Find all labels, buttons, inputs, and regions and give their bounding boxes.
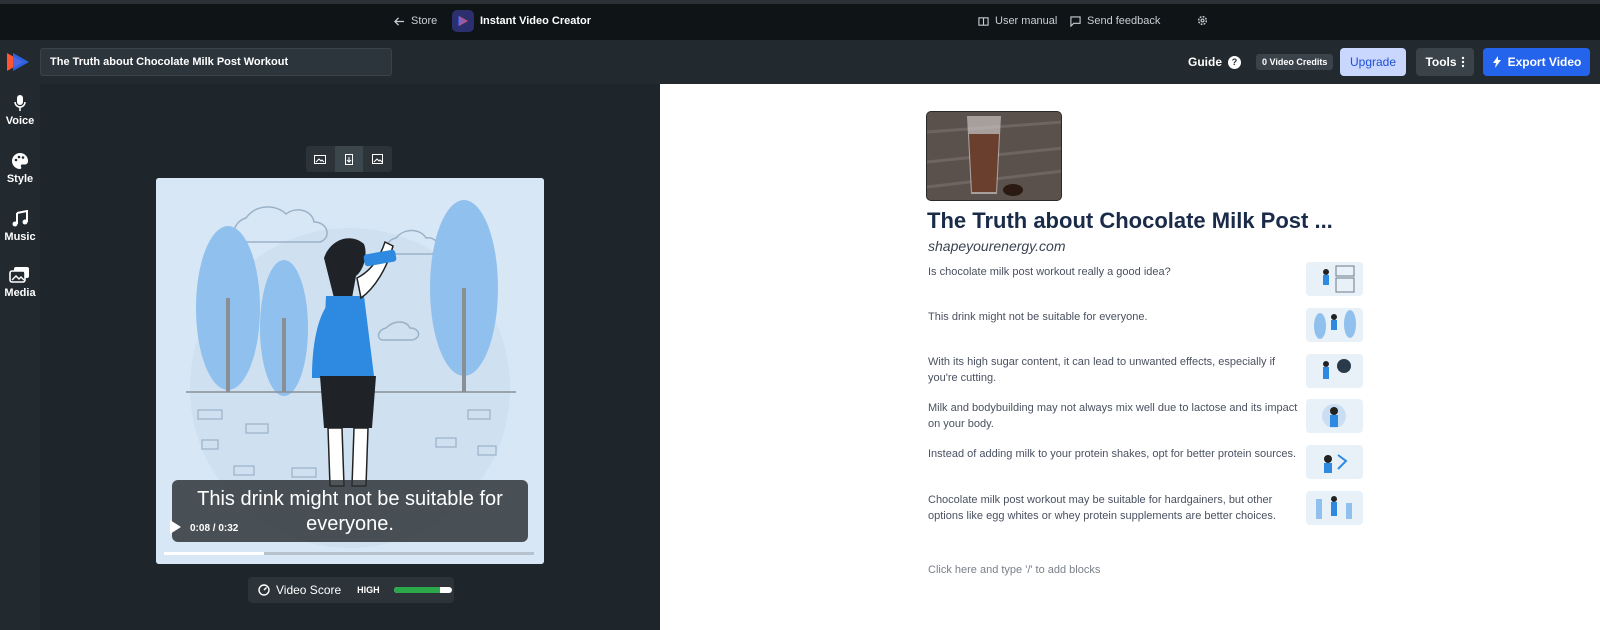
scene-thumbnail[interactable]	[1306, 262, 1363, 296]
script-block[interactable]: With its high sugar content, it can lead…	[928, 354, 1300, 386]
sidebar-item-label: Voice	[5, 115, 35, 127]
send-feedback-link[interactable]: Send feedback	[1070, 15, 1160, 27]
sidebar-item-label: Music	[4, 231, 36, 243]
upgrade-button[interactable]: Upgrade	[1340, 48, 1406, 76]
square-ratio-button[interactable]	[363, 146, 392, 172]
settings-button[interactable]	[1197, 15, 1208, 26]
article-source: shapeyourenergy.com	[928, 238, 1066, 254]
add-block-hint[interactable]: Click here and type '/' to add blocks	[928, 564, 1100, 576]
guide-label: Guide	[1188, 55, 1223, 69]
portrait-ratio-button[interactable]	[334, 146, 364, 172]
script-block[interactable]: Chocolate milk post workout may be suita…	[928, 492, 1300, 524]
app-title: Instant Video Creator	[452, 10, 591, 32]
app-logo-icon	[452, 10, 474, 32]
sidebar-item-media[interactable]: Media	[0, 266, 40, 299]
article-thumbnail[interactable]	[926, 111, 1062, 201]
arrow-left-icon	[394, 16, 405, 26]
gear-icon	[1197, 15, 1208, 26]
user-manual-label: User manual	[995, 15, 1058, 27]
top-bar: Store Instant Video Creator User manual …	[0, 0, 1600, 40]
app-name: Instant Video Creator	[480, 15, 592, 27]
export-video-button[interactable]: Export Video	[1483, 48, 1590, 76]
kebab-menu-icon	[1461, 56, 1464, 68]
landscape-ratio-button[interactable]	[306, 146, 335, 172]
project-title-input[interactable]	[40, 48, 392, 76]
video-score-widget[interactable]: Video Score HIGH	[248, 577, 454, 603]
book-icon	[978, 16, 989, 26]
tools-label: Tools	[1425, 55, 1457, 69]
scene-illustration-icon	[1324, 454, 1348, 473]
score-bar	[393, 587, 452, 593]
video-preview[interactable]: This drink might not be suitable for eve…	[156, 178, 544, 564]
video-credits-badge: 0 Video Credits	[1256, 54, 1334, 70]
scene-thumbnail[interactable]	[1306, 308, 1363, 342]
project-header: Guide ? 0 Video Credits Upgrade Tools Ex…	[0, 40, 1600, 84]
sidebar-item-music[interactable]: Music	[0, 210, 40, 243]
lightning-icon	[1492, 56, 1501, 68]
script-document-panel: The Truth about Chocolate Milk Post ... …	[660, 84, 1600, 630]
send-feedback-label: Send feedback	[1087, 15, 1161, 27]
score-level: HIGH	[357, 585, 380, 595]
scene-thumbnail[interactable]	[1306, 354, 1363, 388]
scene-illustration-icon	[1322, 404, 1346, 428]
landscape-image-icon	[314, 154, 327, 164]
question-mark-icon: ?	[1228, 55, 1242, 69]
music-note-icon	[12, 210, 28, 227]
playback-progress-bar[interactable]	[164, 552, 534, 555]
scene-thumbnail[interactable]	[1306, 491, 1363, 525]
gauge-icon	[258, 584, 270, 596]
playback-time: 0:08 / 0:32	[190, 523, 239, 534]
palette-icon	[12, 152, 29, 169]
scene-illustration-icon	[1314, 310, 1356, 339]
left-sidebar: Voice Style Music Media	[0, 84, 40, 630]
images-icon	[9, 267, 29, 283]
scene-illustration-icon	[1316, 496, 1352, 519]
script-block[interactable]: Milk and bodybuilding may not always mix…	[928, 400, 1300, 432]
score-bar-fill	[393, 587, 441, 593]
chocolate-milk-image	[927, 112, 1061, 200]
chat-bubble-icon	[1070, 15, 1081, 27]
sidebar-item-label: Media	[4, 287, 36, 299]
script-block[interactable]: This drink might not be suitable for eve…	[928, 309, 1300, 325]
video-score-label: Video Score	[276, 583, 342, 597]
scene-illustration-icon	[1323, 359, 1351, 379]
guide-button[interactable]: Guide ?	[1188, 48, 1242, 76]
progress-fill	[164, 552, 264, 555]
scene-illustration-icon	[1323, 265, 1355, 293]
script-block[interactable]: Instead of adding milk to your protein s…	[928, 446, 1300, 462]
app-logo-icon	[7, 53, 29, 71]
tools-menu-button[interactable]: Tools	[1416, 48, 1474, 76]
play-icon[interactable]	[168, 519, 182, 535]
sidebar-item-style[interactable]: Style	[0, 152, 40, 185]
export-label: Export Video	[1507, 55, 1582, 69]
microphone-icon	[14, 95, 26, 111]
portrait-image-icon	[345, 153, 353, 165]
user-manual-link[interactable]: User manual	[978, 15, 1057, 27]
store-label: Store	[411, 15, 438, 27]
aspect-ratio-selector	[306, 146, 392, 172]
square-image-icon	[372, 154, 384, 164]
store-link[interactable]: Store	[394, 15, 437, 27]
sidebar-item-label: Style	[6, 173, 34, 185]
script-block[interactable]: Is chocolate milk post workout really a …	[928, 264, 1300, 280]
article-title[interactable]: The Truth about Chocolate Milk Post ...	[927, 208, 1333, 234]
scene-thumbnail[interactable]	[1306, 399, 1363, 433]
scene-thumbnail[interactable]	[1306, 445, 1363, 479]
sidebar-item-voice[interactable]: Voice	[0, 94, 40, 127]
